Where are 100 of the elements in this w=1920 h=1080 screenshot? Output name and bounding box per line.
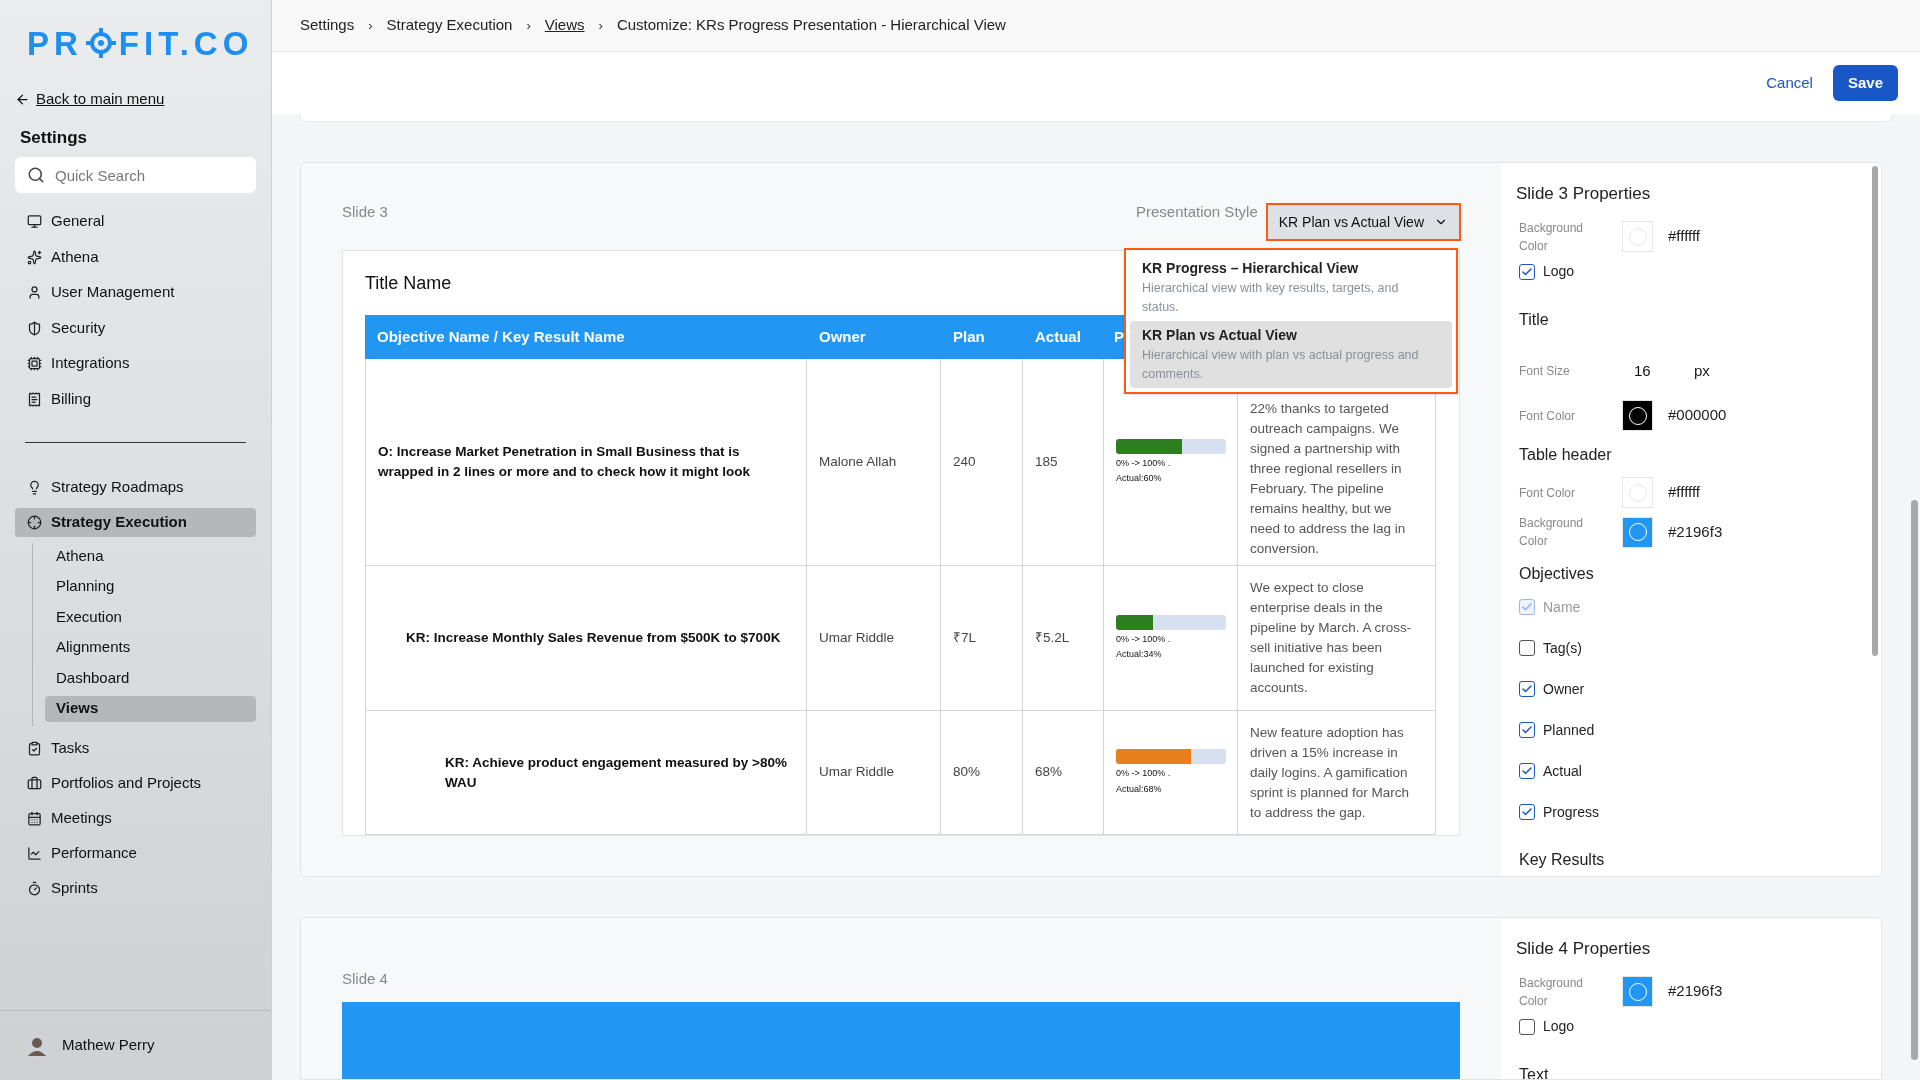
sidebar-item[interactable]: Athena bbox=[15, 242, 256, 272]
sidebar-item[interactable]: Billing bbox=[15, 384, 256, 414]
dropdown-option[interactable]: KR Progress – Hierarchical View Hierarchical view with key results, targets, and status. bbox=[1130, 254, 1452, 321]
sidebar-item[interactable]: User Management bbox=[15, 278, 256, 307]
table-cell-text: Umar Riddle bbox=[819, 628, 895, 647]
section-heading: Key Results bbox=[1519, 850, 1606, 870]
table-cell-text: ₹7L bbox=[953, 628, 977, 647]
sidebar-subitem[interactable]: Execution bbox=[45, 604, 256, 630]
checkbox[interactable] bbox=[1519, 763, 1535, 779]
slide-title: Title Name bbox=[365, 271, 452, 295]
save-button[interactable]: Save bbox=[1832, 65, 1898, 101]
sidebar-item[interactable]: Sprints bbox=[15, 874, 256, 903]
sidebar-item[interactable]: General bbox=[15, 207, 256, 236]
checkbox-label: Actual bbox=[1543, 761, 1582, 781]
field-label: Background Color bbox=[1519, 219, 1585, 255]
checkbox[interactable] bbox=[1519, 640, 1535, 656]
unit-label: px bbox=[1694, 360, 1710, 381]
sidebar-item[interactable]: Portfolios and Projects bbox=[15, 769, 256, 798]
menu-icon bbox=[27, 741, 42, 756]
dropdown-option[interactable]: KR Plan vs Actual View Hierarchical view with plan vs actual progress and comments. bbox=[1130, 321, 1452, 388]
checkbox[interactable] bbox=[1519, 1018, 1535, 1035]
field-label: Background Color bbox=[1519, 515, 1585, 550]
slide-label: Slide 4 bbox=[342, 968, 388, 989]
sidebar-item[interactable]: Integrations bbox=[15, 349, 256, 378]
checkbox[interactable] bbox=[1519, 263, 1535, 280]
color-swatch[interactable] bbox=[1622, 516, 1653, 548]
color-value: #ffffff bbox=[1668, 226, 1700, 247]
presentation-style-select[interactable]: KR Plan vs Actual View bbox=[1265, 203, 1461, 241]
breadcrumb-link[interactable]: Settings bbox=[300, 14, 355, 37]
menu-icon bbox=[27, 320, 42, 336]
check-icon bbox=[1521, 765, 1533, 777]
table-cell-text: O: Increase Market Penetration in Small Business that is wrapped in 2 lines or more and to check how it might look bbox=[378, 443, 752, 481]
column-header: Owner bbox=[819, 326, 866, 347]
section-heading: Text bbox=[1519, 1064, 1550, 1079]
logo-text: FIT.CO bbox=[118, 26, 254, 60]
table-cell-text: 240 bbox=[953, 452, 976, 471]
scrollbar-thumb[interactable] bbox=[1911, 500, 1918, 1060]
search-field[interactable]: Quick Search bbox=[15, 157, 256, 193]
slide-label: Slide 3 bbox=[342, 201, 388, 222]
menu-icon bbox=[27, 249, 42, 265]
section-heading: Title bbox=[1519, 309, 1550, 330]
check-icon bbox=[1521, 724, 1533, 736]
cancel-button[interactable]: Cancel bbox=[1766, 71, 1813, 95]
sidebar-item[interactable]: Strategy Roadmaps bbox=[15, 473, 256, 502]
panel-title: Slide 4 Properties bbox=[1516, 938, 1652, 960]
checkbox-label: Logo bbox=[1543, 1017, 1575, 1036]
logo-text: PR bbox=[27, 26, 83, 60]
menu-icon bbox=[27, 515, 42, 530]
check-icon bbox=[1521, 265, 1533, 278]
breadcrumb-separator: › bbox=[526, 16, 531, 35]
option-description: Hierarchical view with plan vs actual progress and comments. bbox=[1142, 347, 1420, 383]
checkbox-label: Progress bbox=[1543, 802, 1600, 822]
table-cell-text: We expect to close enterprise deals in the pipeline by March. A cross-sell initiative has been launched for existing accounts. bbox=[1250, 579, 1413, 697]
checkbox-label: Tag(s) bbox=[1543, 638, 1582, 658]
sidebar-subitem[interactable]: Athena bbox=[45, 543, 256, 569]
checkbox-label: Name bbox=[1543, 597, 1581, 617]
table-cell-text: Malone Allah bbox=[819, 452, 897, 471]
color-swatch[interactable] bbox=[1622, 400, 1653, 431]
column-header: Actual bbox=[1035, 326, 1081, 347]
checkbox[interactable] bbox=[1519, 722, 1535, 738]
section-heading: Objectives bbox=[1519, 564, 1595, 584]
sidebar-subitem[interactable]: Planning bbox=[45, 573, 256, 600]
user-name: Mathew Perry bbox=[62, 1035, 155, 1056]
checkbox-label: Logo bbox=[1543, 262, 1575, 281]
progress-reading: Actual:60% bbox=[1116, 472, 1163, 485]
breadcrumb-link[interactable]: Strategy Execution bbox=[386, 14, 513, 37]
menu-icon bbox=[27, 480, 42, 495]
progress-range: 0% -> 100% . bbox=[1116, 632, 1172, 646]
breadcrumb-separator: › bbox=[368, 16, 373, 35]
table-cell-text: KR: Increase Monthly Sales Revenue from $500K to $700K bbox=[406, 629, 781, 647]
sidebar-item[interactable]: Security bbox=[15, 313, 256, 343]
font-size-value[interactable]: 16 bbox=[1634, 359, 1694, 382]
color-swatch[interactable] bbox=[1622, 221, 1653, 252]
back-link[interactable]: Back to main menu bbox=[36, 88, 165, 111]
column-header: Plan bbox=[953, 326, 985, 347]
progress-reading: Actual:34% bbox=[1116, 648, 1163, 661]
checkbox[interactable] bbox=[1519, 804, 1535, 820]
table-cell-text: 80% bbox=[953, 763, 981, 782]
sidebar-item[interactable]: Meetings bbox=[15, 804, 256, 833]
table-cell-text: 185 bbox=[1035, 452, 1058, 471]
menu-icon bbox=[27, 214, 42, 229]
breadcrumb-link[interactable]: Views bbox=[544, 14, 585, 37]
color-swatch[interactable] bbox=[1622, 976, 1653, 1007]
sidebar-subitem[interactable]: Dashboard bbox=[45, 665, 256, 691]
table-cell-text: 22% thanks to targeted outreach campaigns. We signed a partnership with three regional resellers in February. The pipeline remains healthy, but we need to address the lag in conversion. bbox=[1250, 400, 1407, 558]
checkbox-label: Owner bbox=[1543, 679, 1585, 699]
scrollbar-thumb[interactable] bbox=[1872, 166, 1878, 656]
sidebar-item[interactable]: Strategy Execution bbox=[15, 508, 256, 537]
table-cell-text: Umar Riddle bbox=[819, 763, 895, 782]
sidebar-subitem[interactable]: Views bbox=[45, 695, 256, 722]
sidebar-item[interactable]: Performance bbox=[15, 839, 256, 868]
sidebar-item[interactable]: Tasks bbox=[15, 734, 256, 763]
sidebar-subitem[interactable]: Alignments bbox=[45, 634, 256, 661]
breadcrumb-link[interactable]: Customize: KRs Progress Presentation - Hierarchical View bbox=[616, 14, 1006, 37]
color-value: #2196f3 bbox=[1668, 521, 1723, 542]
color-value: #000000 bbox=[1668, 405, 1727, 426]
checkbox[interactable] bbox=[1519, 681, 1535, 697]
color-value: #2196f3 bbox=[1668, 981, 1723, 1002]
color-swatch[interactable] bbox=[1622, 477, 1653, 508]
field-label: Presentation Style bbox=[1136, 201, 1258, 222]
